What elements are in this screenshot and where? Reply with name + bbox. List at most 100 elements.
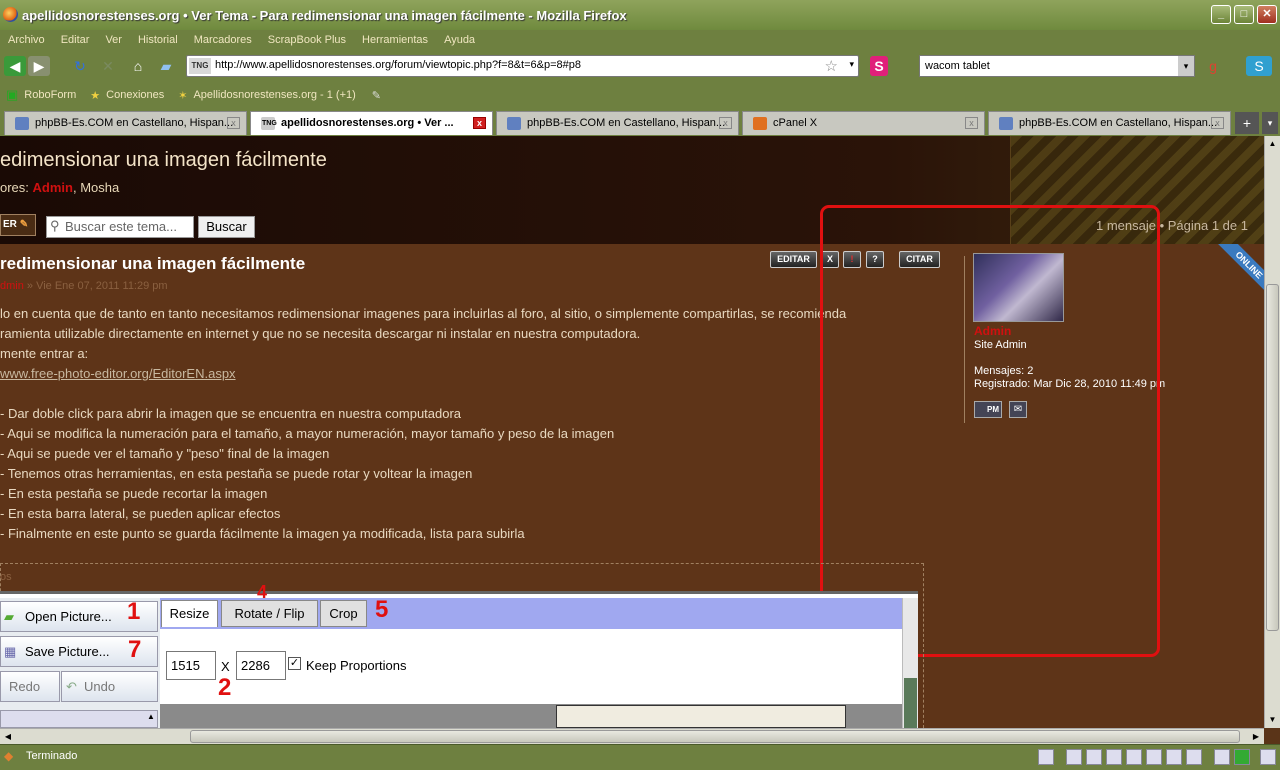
close-tab-icon[interactable]: x [473, 117, 486, 129]
addon-icon-6[interactable] [1166, 749, 1182, 765]
addon-icon-8[interactable] [1234, 749, 1250, 765]
tab-label: phpBB-Es.COM en Castellano, Hispan... [1019, 117, 1218, 129]
effects-panel[interactable] [0, 710, 158, 728]
feed-icon: ✶ [178, 89, 188, 102]
bookmark-apellidos[interactable]: Apellidosnorestenses.org - 1 (+1) [193, 89, 355, 101]
reload-icon[interactable]: ↻ [70, 56, 90, 76]
menu-editar[interactable]: Editar [61, 34, 90, 46]
addon-icon-7[interactable] [1186, 749, 1202, 765]
menu-ayuda[interactable]: Ayuda [444, 34, 475, 46]
tab-apellidos[interactable]: TNG apellidosnorestenses.org • Ver ... x [250, 111, 493, 135]
new-tab-button[interactable]: + [1235, 112, 1259, 134]
maximize-button[interactable]: □ [1234, 5, 1254, 24]
moderator-admin-link[interactable]: Admin [33, 180, 73, 195]
width-input[interactable]: 1515 [166, 651, 216, 680]
undo-button[interactable]: ↶ Undo [61, 671, 158, 702]
star-icon[interactable]: ☆ [825, 57, 838, 75]
tools-icon[interactable] [1214, 749, 1230, 765]
save-icon: ▦ [4, 644, 17, 659]
forward-icon[interactable]: ▶ [28, 56, 50, 76]
menu-historial[interactable]: Historial [138, 34, 178, 46]
post-text-line: - En esta barra lateral, se pueden aplic… [0, 506, 281, 521]
back-icon[interactable]: ◀ [4, 56, 26, 76]
reply-button[interactable]: ER ✎ [0, 214, 36, 236]
tab-cpanel[interactable]: cPanel X x [742, 111, 985, 135]
height-input[interactable]: 2286 [236, 651, 286, 680]
topic-search-placeholder: Buscar este tema... [65, 219, 177, 234]
stop-icon[interactable]: ✕ [98, 56, 118, 76]
resize-grip-icon[interactable] [1260, 749, 1276, 765]
post-author[interactable]: dmin [0, 280, 24, 292]
post-title[interactable]: redimensionar una imagen fácilmente [0, 254, 305, 274]
scroll-down-icon[interactable]: ▼ [1265, 712, 1280, 728]
tab-label: phpBB-Es.COM en Castellano, Hispan... [527, 117, 726, 129]
skype-icon[interactable]: S [1246, 56, 1272, 76]
menu-herramientas[interactable]: Herramientas [362, 34, 428, 46]
horizontal-scroll-thumb[interactable] [190, 730, 1240, 743]
google-search-engine-icon[interactable]: g [1203, 56, 1223, 76]
url-dropdown-icon[interactable]: ▾ [849, 59, 854, 70]
tab-list-icon[interactable]: ▾ [1262, 112, 1278, 134]
addon-icon-4[interactable] [1126, 749, 1142, 765]
bookmark-conexiones[interactable]: Conexiones [106, 89, 164, 101]
moderator-other[interactable]: , Mosha [73, 180, 119, 195]
scroll-up-icon[interactable]: ▲ [1265, 136, 1280, 152]
tab-rotate-flip[interactable]: Rotate / Flip [221, 600, 318, 627]
menu-marcadores[interactable]: Marcadores [194, 34, 252, 46]
close-window-button[interactable]: ✕ [1257, 5, 1277, 24]
search-dropdown-icon[interactable]: ▾ [1178, 56, 1194, 76]
addon-icon-2[interactable] [1086, 749, 1102, 765]
pen-icon[interactable]: ✎ [372, 89, 381, 102]
tab-phpbb-2[interactable]: phpBB-Es.COM en Castellano, Hispan... x [496, 111, 739, 135]
topic-search-button[interactable]: Buscar [198, 216, 255, 238]
web-search-text[interactable]: wacom tablet [925, 60, 990, 72]
horizontal-scrollbar[interactable]: ◀ ▶ [0, 728, 1264, 744]
address-bar[interactable]: TNG http://www.apellidosnorestenses.org/… [186, 55, 859, 77]
redo-button[interactable]: Redo [0, 671, 60, 702]
scroll-right-icon[interactable]: ▶ [1248, 729, 1264, 744]
topic-search-input[interactable]: ⚲ Buscar este tema... [46, 216, 194, 238]
addon-icon-5[interactable] [1146, 749, 1162, 765]
moderators-label: ores: [0, 180, 29, 195]
menu-scrapbook[interactable]: ScrapBook Plus [268, 34, 346, 46]
attachment-label: os [0, 571, 12, 583]
tab-phpbb-1[interactable]: phpBB-Es.COM en Castellano, Hispan... x [4, 111, 247, 135]
addon-icon-3[interactable] [1106, 749, 1122, 765]
tab-crop[interactable]: Crop [320, 600, 367, 627]
bookmark-sidebar-icon[interactable]: ▰ [156, 56, 176, 76]
vertical-scroll-thumb[interactable] [1266, 284, 1279, 631]
page-info-icon[interactable] [1038, 749, 1054, 765]
bookmarks-toolbar: ▣ RoboForm ★ Conexiones ✶ Apellidosnores… [0, 82, 1280, 108]
close-tab-icon[interactable]: x [965, 117, 978, 129]
keep-proportions-checkbox[interactable]: ✓ [288, 657, 301, 670]
home-icon[interactable]: ⌂ [128, 56, 148, 76]
post-text-line: - Dar doble click para abrir la imagen q… [0, 406, 462, 421]
post-text-line: ramienta utilizable directamente en inte… [0, 326, 641, 341]
tab-resize[interactable]: Resize [161, 600, 218, 627]
tab-label: phpBB-Es.COM en Castellano, Hispan... [35, 117, 234, 129]
menu-archivo[interactable]: Archivo [8, 34, 45, 46]
site-favicon: TNG [189, 58, 211, 74]
bookmark-roboform[interactable]: RoboForm [24, 89, 76, 101]
close-tab-icon[interactable]: x [719, 117, 732, 129]
editor-link[interactable]: www.free-photo-editor.org/EditorEN.aspx [0, 366, 236, 381]
post-text-line: - En esta pestaña se puede recortar la i… [0, 486, 268, 501]
menu-ver[interactable]: Ver [105, 34, 122, 46]
addon-icon-1[interactable] [1066, 749, 1082, 765]
editor-scrollbar[interactable] [902, 598, 918, 728]
web-search-box[interactable]: wacom tablet ▾ [919, 55, 1195, 77]
annotation-1: 1 [127, 598, 141, 625]
close-tab-icon[interactable]: x [227, 117, 240, 129]
effects-scroll-up-icon[interactable]: ▲ [144, 712, 158, 726]
tab-bar: phpBB-Es.COM en Castellano, Hispan... x … [0, 108, 1280, 136]
scroll-left-icon[interactable]: ◀ [0, 729, 16, 744]
topic-title[interactable]: edimensionar una imagen fácilmente [0, 149, 327, 172]
address-text[interactable]: http://www.apellidosnorestenses.org/foru… [215, 59, 581, 71]
vertical-scrollbar[interactable]: ▲ ▼ [1264, 136, 1280, 728]
tab-phpbb-3[interactable]: phpBB-Es.COM en Castellano, Hispan... x [988, 111, 1231, 135]
minimize-button[interactable]: _ [1211, 5, 1231, 24]
post-meta: dmin » Vie Ene 07, 2011 11:29 pm [0, 280, 168, 292]
scrapbook-icon[interactable]: S [870, 56, 888, 76]
edit-button[interactable]: EDITAR [770, 251, 817, 268]
close-tab-icon[interactable]: x [1211, 117, 1224, 129]
